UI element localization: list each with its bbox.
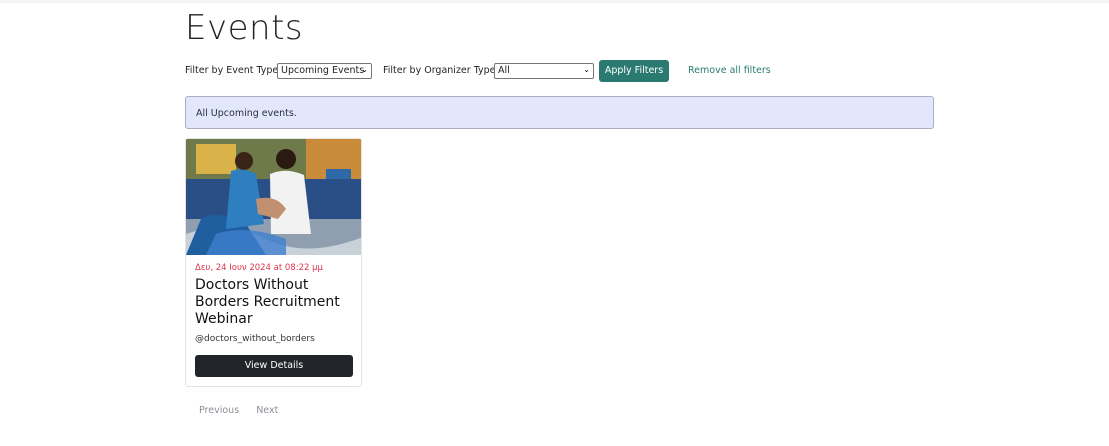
- chevron-down-icon: ⌄: [361, 65, 368, 74]
- chevron-down-icon: ⌄: [583, 65, 590, 74]
- event-type-select[interactable]: Upcoming Events ⌄: [277, 63, 372, 79]
- pagination: Previous Next: [199, 405, 292, 416]
- event-card: Δευ, 24 Ιουν 2024 at 08:22 μμ Doctors Wi…: [185, 138, 362, 387]
- event-image: [186, 139, 361, 255]
- event-type-value: Upcoming Events: [281, 65, 365, 76]
- top-border: [0, 0, 1109, 3]
- page-title: Events: [185, 8, 304, 48]
- event-type-label: Filter by Event Type:: [185, 65, 282, 76]
- organizer-type-value: All: [498, 65, 510, 76]
- pagination-next[interactable]: Next: [256, 405, 278, 416]
- event-organizer: @doctors_without_borders: [195, 334, 315, 344]
- event-date: Δευ, 24 Ιουν 2024 at 08:22 μμ: [195, 263, 323, 273]
- view-details-button[interactable]: View Details: [195, 355, 353, 377]
- apply-filters-button[interactable]: Apply Filters: [599, 60, 669, 82]
- pagination-previous[interactable]: Previous: [199, 405, 239, 416]
- info-alert: All Upcoming events.: [185, 96, 934, 129]
- alert-text: All Upcoming events.: [196, 108, 297, 119]
- organizer-type-select[interactable]: All ⌄: [494, 63, 594, 79]
- event-title: Doctors Without Borders Recruitment Webi…: [195, 277, 340, 327]
- filter-bar: Filter by Event Type: Upcoming Events ⌄ …: [185, 60, 934, 82]
- organizer-type-label: Filter by Organizer Type:: [383, 65, 499, 76]
- remove-filters-link[interactable]: Remove all filters: [688, 65, 771, 76]
